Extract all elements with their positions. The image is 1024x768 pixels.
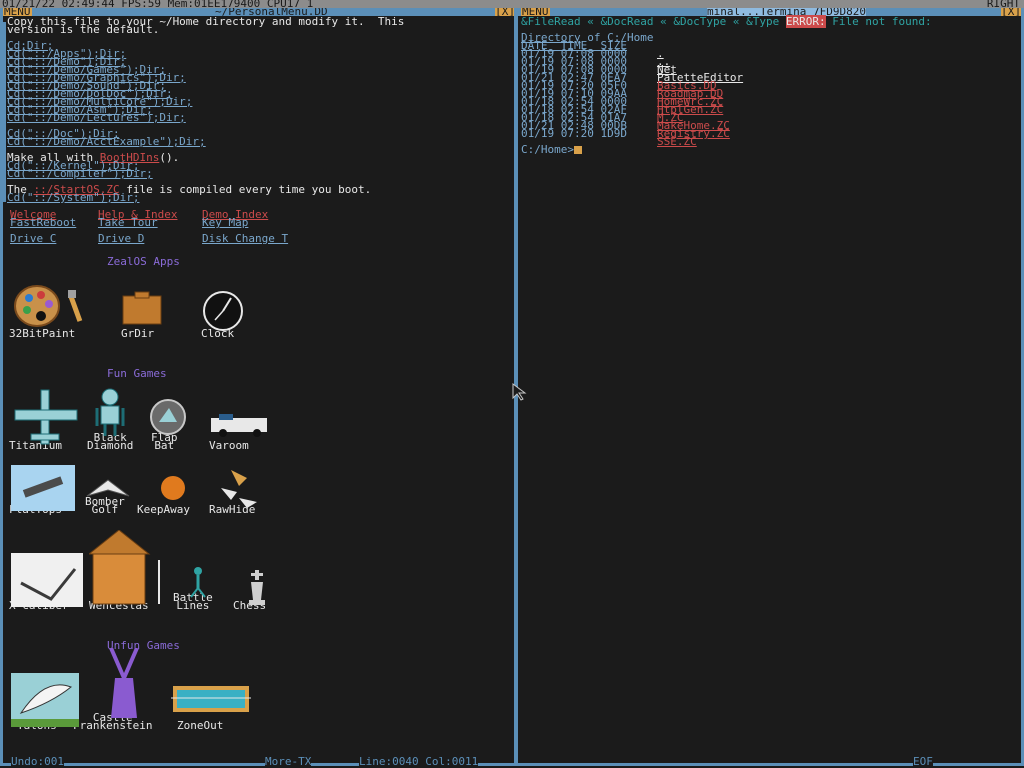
text-cursor xyxy=(573,146,582,154)
undo-counter: Undo:001 xyxy=(11,755,64,768)
cursor-position: Line:0040 Col:0011 xyxy=(359,755,479,768)
layout-indicator: RIGHT xyxy=(986,0,1020,8)
titanium-jet-icon[interactable] xyxy=(11,388,81,446)
app-label[interactable]: ZoneOut xyxy=(177,720,223,731)
chess-king-icon[interactable] xyxy=(247,570,267,606)
left-scroll-marker[interactable] xyxy=(3,22,6,202)
system-status-bar: 01/21/22 02:49:44 FPS:59 Mem:01EE179400 … xyxy=(0,0,1024,8)
make-suffix: (). xyxy=(159,151,180,164)
error-message: File not found: xyxy=(825,15,932,28)
more-indicator: More-TX xyxy=(265,755,312,768)
dir-link[interactable]: Cd("::/System");Dir; xyxy=(7,192,139,203)
nav-link[interactable]: Take Tour xyxy=(98,217,158,228)
entry-meta: 01/19 07:20 1D9D xyxy=(521,127,627,140)
xcaliber-icon[interactable] xyxy=(11,553,83,607)
bomber-icon[interactable] xyxy=(85,478,131,500)
robot-icon[interactable] xyxy=(93,388,127,438)
app-label[interactable]: Varoom xyxy=(209,440,249,451)
dir-link[interactable]: Cd("::/Demo/AcctExample");Dir; xyxy=(7,136,206,147)
zoneout-icon[interactable] xyxy=(171,678,251,718)
folder-icon[interactable] xyxy=(121,290,163,326)
prompt-text: C:/Home> xyxy=(521,143,574,156)
app-label[interactable]: GrDir xyxy=(121,328,154,339)
intro-line: version is the default. xyxy=(7,23,160,36)
app-label[interactable]: Bomber Golf xyxy=(85,496,125,515)
flattops-icon[interactable] xyxy=(11,465,75,511)
dir-link[interactable]: Cd("::/Compiler");Dir; xyxy=(7,168,153,179)
section-title-apps: ZealOS Apps xyxy=(107,255,180,268)
talons-icon[interactable] xyxy=(11,673,79,727)
nav-link[interactable]: Key Map xyxy=(202,217,248,228)
error-badge: ERROR: xyxy=(785,15,826,28)
terminal-window: MENU minal...Termina 7FD9D820 [X] &FileR… xyxy=(514,8,1024,768)
cabin-icon[interactable] xyxy=(89,530,169,608)
shell-prompt[interactable]: C:/Home> xyxy=(521,143,582,156)
mouse-pointer-icon xyxy=(512,383,527,401)
system-status-text: 01/21/22 02:49:44 FPS:59 Mem:01EE179400 … xyxy=(2,0,314,8)
nav-link[interactable]: Drive D xyxy=(98,233,144,244)
eof-indicator: EOF xyxy=(913,755,933,768)
dir-link[interactable]: Cd("::/Demo/Lectures");Dir; xyxy=(7,112,186,123)
nav-link[interactable]: Drive C xyxy=(10,233,56,244)
section-title-fun: Fun Games xyxy=(107,367,167,380)
ball-icon[interactable] xyxy=(159,474,187,502)
horses-icon[interactable] xyxy=(217,466,263,510)
nav-link[interactable]: FastReboot xyxy=(10,217,76,228)
personal-menu-window: MENU ~/PersonalMenu.DD [X] Copy this fil… xyxy=(0,8,518,768)
call-stack: &FileRead « &DocRead « &DocType « &Type xyxy=(521,15,786,28)
error-line: &FileRead « &DocRead « &DocType « &Type … xyxy=(521,15,932,28)
left-status-bar: Undo:001 More-TX Line:0040 Col:0011 xyxy=(3,755,515,768)
frankenstein-icon[interactable] xyxy=(107,648,141,720)
right-status-bar: EOF xyxy=(517,755,1021,768)
boot-suffix: file is compiled every time you boot. xyxy=(119,183,372,196)
clock-icon[interactable] xyxy=(201,290,245,334)
flapbat-icon[interactable] xyxy=(149,398,189,438)
app-label[interactable]: KeepAway xyxy=(137,504,190,515)
racecar-icon[interactable] xyxy=(209,412,269,438)
paint-icon[interactable] xyxy=(11,284,87,332)
soldier-icon[interactable] xyxy=(187,566,209,598)
file-link[interactable]: SSE.ZC xyxy=(657,136,697,147)
nav-link[interactable]: Disk Change T xyxy=(202,233,288,244)
